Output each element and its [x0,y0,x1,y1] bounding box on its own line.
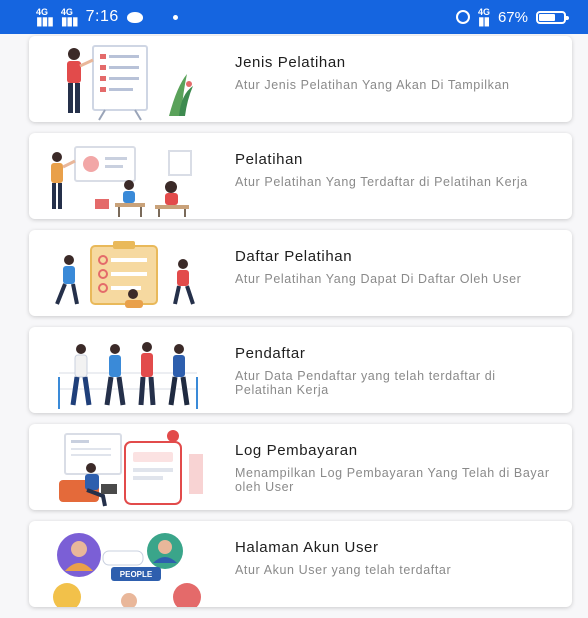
user-accounts-illustration: PEOPLE [53,533,201,607]
menu-card-description: Atur Data Pendaftar yang telah terdaftar… [235,369,496,397]
message-icon [126,11,143,23]
menu-card-text: Log Pembayaran Menampilkan Log Pembayara… [219,424,572,510]
notification-dot-icon [172,14,178,20]
signal-icon: 4G ▮▮▮ [60,7,79,28]
menu-card-daftar-pelatihan[interactable]: Daftar Pelatihan Atur Pelatihan Yang Dap… [29,230,572,316]
menu-card-description: Menampilkan Log Pembayaran Yang Telah di… [235,466,550,494]
menu-card-halaman-akun-user[interactable]: PEOPLE Halaman Akun User Atur Akun User … [29,521,572,607]
presentation-board-illustration [67,45,193,121]
menu-list: Jenis Pelatihan Atur Jenis Pelatihan Yan… [29,36,572,618]
menu-card-text: Pelatihan Atur Pelatihan Yang Terdaftar … [219,133,548,219]
menu-card-description: Atur Jenis Pelatihan Yang Akan Di Tampil… [235,78,510,92]
menu-card-pendaftar[interactable]: Pendaftar Atur Data Pendaftar yang telah… [29,327,572,413]
registrants-group-illustration [58,342,198,409]
menu-card-title: Pendaftar [235,345,306,362]
menu-card-description: Atur Pelatihan Yang Terdaftar di Pelatih… [235,175,528,189]
menu-card-text: Pendaftar Atur Data Pendaftar yang telah… [219,327,572,413]
menu-card-title: Halaman Akun User [235,539,379,556]
menu-card-title: Daftar Pelatihan [235,248,353,265]
menu-card-description: Atur Akun User yang telah terdaftar [235,563,452,577]
signal-icon: 4G ▮▮▮ [36,7,54,28]
battery-percentage: 67% [497,8,528,26]
status-bar: 4G ▮▮▮ 4G ▮▮▮ 7:16 4G ▮▮ 67% [0,0,588,34]
payment-log-illustration [59,430,203,507]
network-icon: 4G ▮▮ [477,7,490,28]
status-time: 7:16 [85,8,119,25]
menu-card-text: Halaman Akun User Atur Akun User yang te… [219,521,471,607]
menu-card-jenis-pelatihan[interactable]: Jenis Pelatihan Atur Jenis Pelatihan Yan… [29,36,572,122]
menu-card-title: Jenis Pelatihan [235,54,346,71]
people-label: PEOPLE [120,570,153,579]
menu-card-title: Log Pembayaran [235,442,358,459]
menu-card-description: Atur Pelatihan Yang Dapat Di Daftar Oleh… [235,272,522,286]
menu-card-pelatihan[interactable]: Pelatihan Atur Pelatihan Yang Terdaftar … [29,133,572,219]
status-left: 4G ▮▮▮ 4G ▮▮▮ 7:16 [36,7,178,28]
menu-card-title: Pelatihan [235,151,303,168]
menu-card-text: Jenis Pelatihan Atur Jenis Pelatihan Yan… [219,36,530,122]
alarm-icon [455,10,470,24]
checklist-clipboard-illustration [55,241,195,308]
menu-card-log-pembayaran[interactable]: Log Pembayaran Menampilkan Log Pembayara… [29,424,572,510]
menu-card-text: Daftar Pelatihan Atur Pelatihan Yang Dap… [219,230,541,316]
status-right: 4G ▮▮ 67% [455,7,569,28]
battery-icon [536,10,569,24]
training-class-illustration [51,146,192,217]
